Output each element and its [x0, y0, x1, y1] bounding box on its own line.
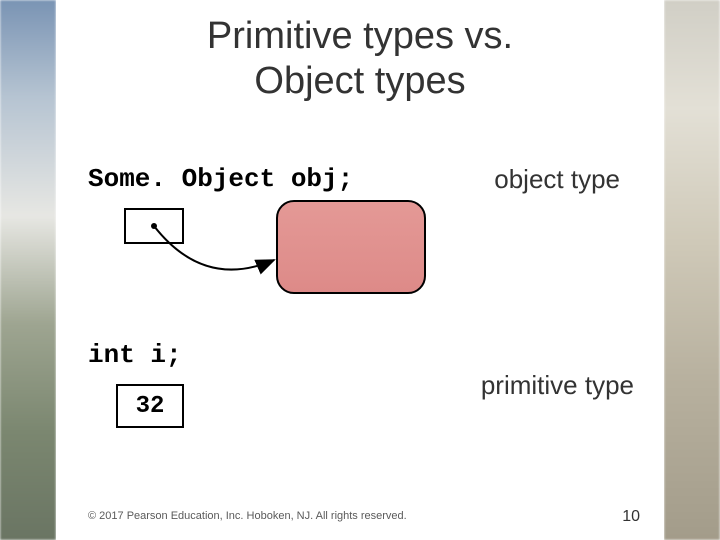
primitive-variable-box: 32	[116, 384, 184, 428]
label-primitive-type: primitive type	[481, 370, 634, 401]
title-line-2: Object types	[254, 60, 465, 102]
slide-body: Primitive types vs. Object types Some. O…	[56, 0, 664, 540]
title-line-1: Primitive types vs.	[207, 15, 513, 57]
background-right-strip	[664, 0, 720, 540]
background-left-strip	[0, 0, 56, 540]
slide-title: Primitive types vs. Object types	[56, 14, 664, 104]
code-object-declaration: Some. Object obj;	[88, 164, 353, 194]
label-object-type: object type	[494, 164, 620, 195]
page-number: 10	[622, 508, 640, 526]
reference-arrow-icon	[124, 200, 324, 300]
copyright-text: © 2017 Pearson Education, Inc. Hoboken, …	[88, 510, 407, 522]
code-int-declaration: int i;	[88, 340, 182, 370]
primitive-value: 32	[136, 393, 165, 420]
